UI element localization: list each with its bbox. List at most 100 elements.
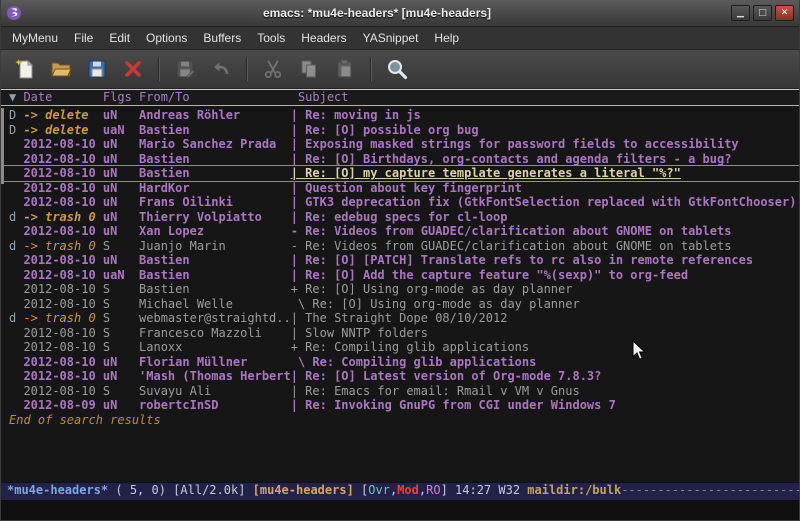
modeline-readonly-flag[interactable]: RO: [426, 483, 440, 497]
modeline-window-id: W32: [498, 483, 527, 497]
menu-headers[interactable]: Headers: [293, 28, 354, 48]
menu-yasnippet[interactable]: YASnippet: [355, 28, 427, 48]
subject-cell: - Re: Videos from GUADEC/clarification a…: [291, 224, 732, 238]
message-row[interactable]: 2012-08-10SLanoxx+ Re: Compiling glib ap…: [1, 340, 799, 355]
subject-cell: | GTK3 deprecation fix (GtkFontSelection…: [291, 195, 797, 209]
subject-cell: | Re: Invoking GnuPG from CGI under Wind…: [291, 398, 616, 412]
window-title: emacs: *mu4e-headers* [mu4e-headers]: [23, 6, 731, 20]
message-row[interactable]: D-> deleteuaNBastien| Re: [O] possible o…: [1, 123, 799, 138]
column-header-date[interactable]: Date: [23, 90, 102, 104]
scrollbar[interactable]: [1, 106, 4, 482]
date-cell: 2012-08-10: [23, 282, 102, 297]
message-row[interactable]: 2012-08-10uN'Mash (Thomas Herbert)| Re: …: [1, 369, 799, 384]
menu-mymenu[interactable]: MyMenu: [4, 28, 66, 48]
emacs-app-icon: [6, 5, 23, 22]
modeline-major-mode[interactable]: [mu4e-headers]: [253, 483, 361, 497]
date-cell: 2012-08-10: [23, 137, 102, 152]
sort-direction-icon[interactable]: ▼: [9, 90, 23, 104]
message-row[interactable]: 2012-08-10uNFrans Oilinki| GTK3 deprecat…: [1, 195, 799, 210]
from-cell: Michael Welle: [139, 297, 291, 312]
flags-cell: uN: [103, 369, 139, 384]
modeline-filler: ----------------------------------------…: [621, 483, 799, 497]
message-row[interactable]: 2012-08-10uNBastien| Re: [O] my capture …: [1, 166, 799, 181]
subject-cell: \ Re: Compiling glib applications: [291, 355, 537, 369]
subject-cell: | Re: [O] Add the capture feature "%(sex…: [291, 268, 688, 282]
column-header-from[interactable]: From/To: [139, 90, 291, 104]
message-row[interactable]: 2012-08-10uNXan Lopez- Re: Videos from G…: [1, 224, 799, 239]
titlebar[interactable]: emacs: *mu4e-headers* [mu4e-headers] ▁□✕: [1, 0, 799, 27]
from-cell: robertcInSD: [139, 398, 291, 413]
menu-edit[interactable]: Edit: [101, 28, 138, 48]
menu-tools[interactable]: Tools: [249, 28, 293, 48]
from-cell: Bastien: [139, 268, 291, 283]
message-row[interactable]: d-> trash 0SJuanjo Marin- Re: Videos fro…: [1, 239, 799, 254]
open-file-icon[interactable]: [45, 54, 77, 84]
flags-cell: uN: [103, 195, 139, 210]
save-as-icon: [169, 54, 201, 84]
message-row[interactable]: 2012-08-10SMichael Welle \ Re: [O] Using…: [1, 297, 799, 312]
modeline-position: ( 5, 0): [115, 483, 173, 497]
from-cell: Frans Oilinki: [139, 195, 291, 210]
message-row[interactable]: D-> deleteuNAndreas Röhler| Re: moving i…: [1, 108, 799, 123]
message-row[interactable]: 2012-08-10uNFlorian Müllner \ Re: Compil…: [1, 355, 799, 370]
message-row[interactable]: 2012-08-10SFrancesco Mazzoli| Slow NNTP …: [1, 326, 799, 341]
headers-column-header[interactable]: ▼DateFlgsFrom/ToSubject: [1, 90, 799, 106]
message-row[interactable]: 2012-08-09uNrobertcInSD| Re: Invoking Gn…: [1, 398, 799, 413]
undo-icon: [205, 54, 237, 84]
close-button[interactable]: ✕: [775, 5, 794, 21]
date-cell: 2012-08-10: [23, 297, 102, 312]
from-cell: Thierry Volpiatto: [139, 210, 291, 225]
message-row[interactable]: 2012-08-10uNBastien| Re: [O] [PATCH] Tra…: [1, 253, 799, 268]
flags-cell: uaN: [103, 268, 139, 283]
maximize-button[interactable]: □: [753, 5, 772, 21]
echo-area[interactable]: [1, 500, 799, 520]
message-row[interactable]: 2012-08-10uNHardKor| Question about key …: [1, 181, 799, 196]
subject-cell: | Question about key fingerprint: [291, 181, 522, 195]
new-file-icon[interactable]: [9, 54, 41, 84]
message-row[interactable]: d-> trash 0uNThierry Volpiatto| Re: edeb…: [1, 210, 799, 225]
from-cell: Juanjo Marin: [139, 239, 291, 254]
date-cell: 2012-08-10: [23, 384, 102, 399]
cut-icon: [257, 54, 289, 84]
minimize-button[interactable]: ▁: [731, 5, 750, 21]
menu-options[interactable]: Options: [138, 28, 195, 48]
menu-file[interactable]: File: [66, 28, 101, 48]
message-row[interactable]: d-> trash 0Swebmaster@straightd...| The …: [1, 311, 799, 326]
subject-cell: | Re: [O] [PATCH] Translate refs to rc a…: [291, 253, 753, 267]
column-header-subject[interactable]: Subject: [291, 90, 349, 104]
menu-help[interactable]: Help: [426, 28, 467, 48]
date-cell: 2012-08-10: [23, 152, 102, 167]
message-row[interactable]: 2012-08-10uaNBastien| Re: [O] Add the ca…: [1, 268, 799, 283]
kill-buffer-icon[interactable]: [117, 54, 149, 84]
menu-buffers[interactable]: Buffers: [195, 28, 249, 48]
modeline-buffer-name[interactable]: *mu4e-headers*: [7, 483, 115, 497]
subject-cell: | Re: [O] possible org bug: [291, 123, 479, 137]
subject-cell: | Re: [O] my capture template generates …: [291, 166, 681, 180]
flags-cell: uN: [103, 253, 139, 268]
flags-cell: uN: [103, 181, 139, 196]
from-cell: Bastien: [139, 152, 291, 167]
flags-cell: S: [103, 311, 139, 326]
date-cell: 2012-08-10: [23, 268, 102, 283]
from-cell: webmaster@straightd...: [139, 311, 291, 326]
window-controls: ▁□✕: [731, 5, 794, 21]
date-cell: -> delete: [23, 123, 102, 138]
search-icon[interactable]: [381, 54, 413, 84]
message-row[interactable]: 2012-08-10uNBastien| Re: [O] Birthdays, …: [1, 152, 799, 167]
modeline-maildir: maildir:/bulk: [527, 483, 621, 497]
modeline-modified-flag[interactable]: Mod: [397, 483, 419, 497]
message-row[interactable]: 2012-08-10uNMario Sanchez Prada| Exposin…: [1, 137, 799, 152]
flags-cell: uN: [103, 224, 139, 239]
scrollbar-thumb[interactable]: [1, 108, 4, 184]
date-cell: 2012-08-10: [23, 166, 102, 181]
save-buffer-icon[interactable]: [81, 54, 113, 84]
subject-cell: | Exposing masked strings for password f…: [291, 137, 739, 151]
date-cell: 2012-08-10: [23, 253, 102, 268]
mode-line[interactable]: *mu4e-headers* ( 5, 0) [All/2.0k] [mu4e-…: [1, 482, 799, 500]
flags-cell: S: [103, 239, 139, 254]
flags-cell: uN: [103, 398, 139, 413]
column-header-flags[interactable]: Flgs: [103, 90, 139, 104]
message-row[interactable]: 2012-08-10SBastien+ Re: [O] Using org-mo…: [1, 282, 799, 297]
flags-cell: uN: [103, 166, 139, 181]
message-row[interactable]: 2012-08-10SSuvayu Ali| Re: Emacs for ema…: [1, 384, 799, 399]
